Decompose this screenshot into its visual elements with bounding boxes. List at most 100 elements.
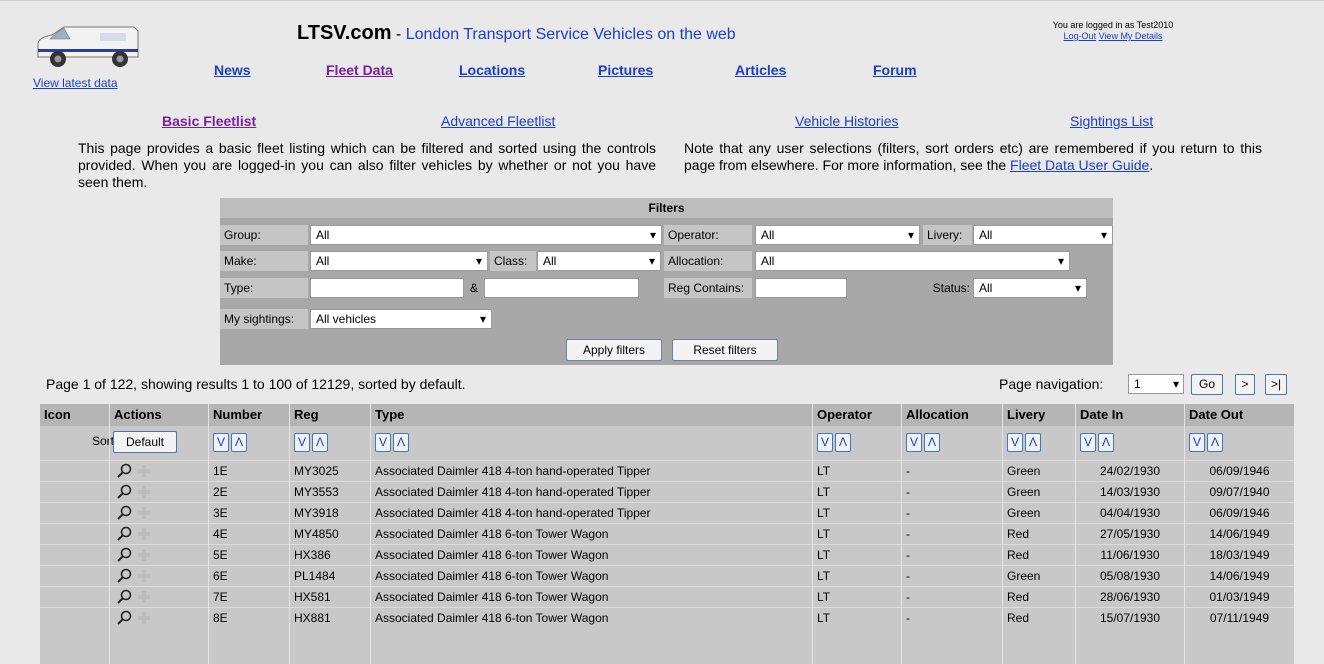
login-status: You are logged in as Test2010	[1052, 20, 1174, 30]
add-icon[interactable]	[137, 506, 151, 520]
reg-contains-input[interactable]	[755, 278, 847, 298]
subnav-advanced-fleetlist[interactable]: Advanced Fleetlist	[441, 113, 555, 129]
view-icon[interactable]	[116, 547, 134, 563]
livery-select[interactable]: All	[973, 225, 1113, 245]
cell-date-in: 28/06/1930	[1099, 590, 1161, 604]
intro-right-text: Note that any user selections (filters, …	[684, 140, 1262, 173]
add-icon[interactable]	[137, 569, 151, 583]
allocation-label: Allocation:	[664, 251, 752, 271]
sort-number-desc[interactable]: V	[213, 433, 229, 452]
view-icon[interactable]	[116, 484, 134, 500]
nav-pictures[interactable]: Pictures	[598, 62, 653, 78]
sort-type-desc[interactable]: V	[375, 433, 391, 452]
view-icon[interactable]	[116, 610, 134, 626]
cell-reg: HX581	[294, 590, 331, 604]
allocation-select[interactable]: All	[755, 251, 1070, 271]
last-page-button[interactable]: >|	[1265, 374, 1287, 395]
apply-filters-button[interactable]: Apply filters	[566, 339, 662, 361]
cell-number: 4E	[213, 527, 228, 541]
col-allocation-header: Allocation	[906, 407, 969, 422]
cell-operator: LT	[817, 506, 831, 520]
operator-label: Operator:	[664, 225, 752, 245]
sort-operator-desc[interactable]: V	[817, 433, 833, 452]
next-page-button[interactable]: >	[1235, 374, 1255, 395]
class-select[interactable]: All	[537, 251, 661, 271]
cell-number: 2E	[213, 485, 228, 499]
status-select[interactable]: All	[973, 278, 1087, 298]
type-and-label: &	[470, 281, 479, 295]
add-icon[interactable]	[137, 464, 151, 478]
cell-livery: Red	[1007, 548, 1030, 562]
view-icon[interactable]	[116, 526, 134, 542]
intro-right-end: .	[1149, 157, 1154, 173]
type-input-1[interactable]	[310, 278, 464, 298]
type-input-2[interactable]	[484, 278, 639, 298]
sort-allocation-asc[interactable]: Λ	[924, 433, 940, 452]
make-select[interactable]: All	[310, 251, 488, 271]
view-icon[interactable]	[116, 589, 134, 605]
column-divider	[1075, 404, 1076, 664]
nav-news[interactable]: News	[214, 62, 251, 78]
sort-livery-desc[interactable]: V	[1007, 433, 1023, 452]
cell-date-out: 14/06/1949	[1209, 527, 1270, 541]
sort-type-asc[interactable]: Λ	[393, 433, 409, 452]
logout-link[interactable]: Log-Out	[1064, 31, 1097, 41]
cell-reg: PL1484	[294, 569, 336, 583]
sort-number-asc[interactable]: Λ	[231, 433, 247, 452]
title-separator: -	[391, 26, 406, 43]
cell-date-out: 06/09/1946	[1209, 464, 1270, 478]
sort-reg-desc[interactable]: V	[294, 433, 310, 452]
nav-fleet-data[interactable]: Fleet Data	[326, 62, 393, 78]
go-button[interactable]: Go	[1191, 374, 1223, 395]
nav-forum[interactable]: Forum	[873, 62, 917, 78]
my-sightings-select[interactable]: All vehicles	[310, 309, 492, 329]
subnav-basic-fleetlist[interactable]: Basic Fleetlist	[162, 113, 256, 129]
sort-livery-asc[interactable]: Λ	[1025, 433, 1041, 452]
site-subtitle: London Transport Service Vehicles on the…	[405, 26, 736, 43]
sort-date-in-asc[interactable]: Λ	[1098, 433, 1114, 452]
cell-date-out: 01/03/1949	[1209, 590, 1270, 604]
cell-livery: Red	[1007, 590, 1030, 604]
col-reg-header: Reg	[294, 407, 319, 422]
view-icon[interactable]	[116, 568, 134, 584]
nav-articles[interactable]: Articles	[735, 62, 786, 78]
reset-filters-button[interactable]: Reset filters	[672, 339, 778, 361]
user-guide-link[interactable]: Fleet Data User Guide	[1010, 157, 1149, 173]
sort-date-in-desc[interactable]: V	[1080, 433, 1096, 452]
subnav-sightings-list[interactable]: Sightings List	[1070, 113, 1153, 129]
cell-allocation: -	[906, 506, 910, 520]
sort-reg-asc[interactable]: Λ	[312, 433, 328, 452]
column-divider	[901, 404, 902, 664]
cell-date-out: 18/03/1949	[1209, 548, 1270, 562]
view-details-link[interactable]: View My Details	[1099, 31, 1163, 41]
site-name: LTSV.com	[297, 22, 392, 44]
table-row: 2E MY3553 Associated Daimler 418 4-ton han…	[40, 481, 1294, 502]
sort-date-out-desc[interactable]: V	[1189, 433, 1205, 452]
my-sightings-label: My sightings:	[220, 309, 308, 329]
cell-livery: Green	[1007, 569, 1041, 583]
nav-locations[interactable]: Locations	[459, 62, 525, 78]
cell-allocation: -	[906, 569, 910, 583]
subnav-vehicle-histories[interactable]: Vehicle Histories	[795, 113, 899, 129]
group-select[interactable]: All	[310, 225, 662, 245]
view-icon[interactable]	[116, 463, 134, 479]
page-select[interactable]: 1	[1128, 374, 1184, 394]
add-icon[interactable]	[137, 527, 151, 541]
add-icon[interactable]	[137, 548, 151, 562]
cell-number: 8E	[213, 611, 228, 625]
sort-date-out-asc[interactable]: Λ	[1207, 433, 1223, 452]
cell-type: Associated Daimler 418 4-ton hand-operat…	[375, 506, 651, 520]
add-icon[interactable]	[137, 611, 151, 625]
sort-allocation-desc[interactable]: V	[906, 433, 922, 452]
add-icon[interactable]	[137, 485, 151, 499]
operator-select[interactable]: All	[755, 225, 920, 245]
add-icon[interactable]	[137, 590, 151, 604]
sort-default-button[interactable]: Default	[113, 431, 177, 453]
sort-operator-asc[interactable]: Λ	[835, 433, 851, 452]
table-row: 5E HX386 Associated Daimler 418 6-ton Towe…	[40, 544, 1294, 565]
group-label: Group:	[220, 225, 308, 245]
column-divider	[289, 404, 290, 664]
col-actions-header: Actions	[114, 407, 162, 422]
view-icon[interactable]	[116, 505, 134, 521]
livery-label: Livery:	[923, 225, 972, 245]
